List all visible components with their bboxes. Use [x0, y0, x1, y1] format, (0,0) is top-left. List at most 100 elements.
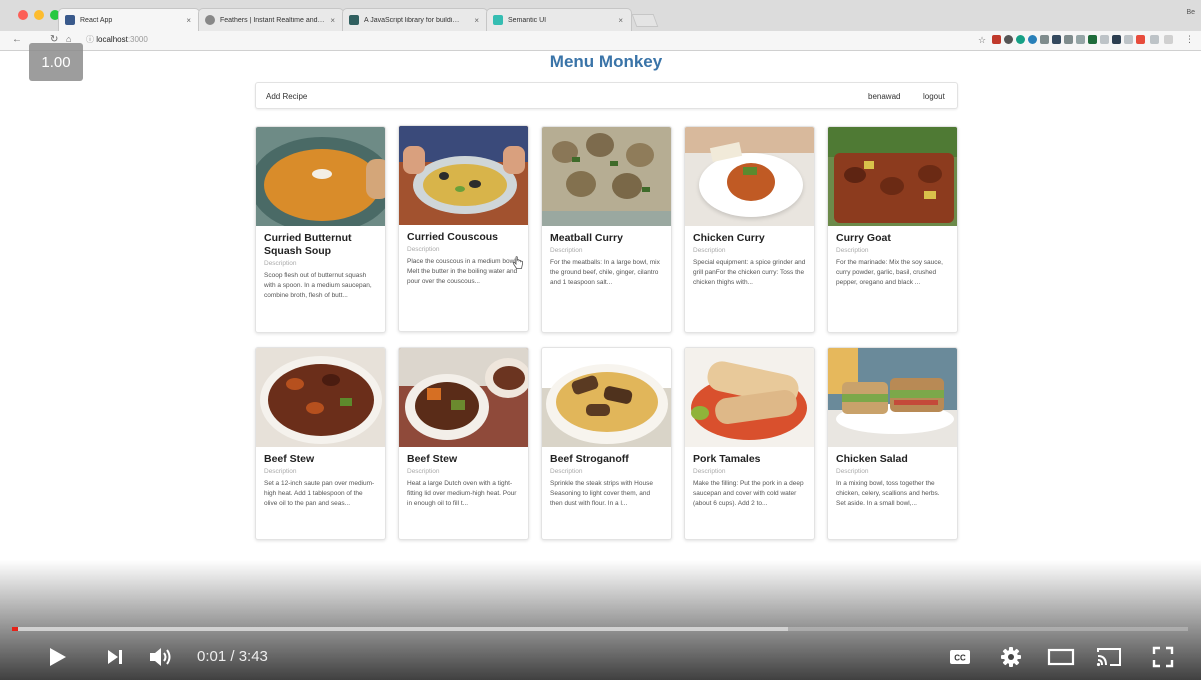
logout-link[interactable]: logout	[923, 92, 945, 101]
back-arrow-icon[interactable]: ←	[12, 34, 22, 45]
svg-text:CC: CC	[954, 654, 966, 663]
fullscreen-icon	[1152, 646, 1174, 668]
theater-mode-button[interactable]	[1046, 643, 1076, 671]
closed-captions-icon: CC	[950, 650, 970, 664]
tab-title: Feathers | Instant Realtime and…	[220, 16, 325, 24]
recipe-card[interactable]: Beef Stew Description Set a 12-inch saut…	[255, 347, 386, 540]
recipe-meta: Description	[836, 468, 869, 475]
recipe-photo-soup	[256, 127, 385, 226]
recipe-meta: Description	[836, 247, 869, 254]
recipe-card[interactable]: Meatball Curry Description For the meatb…	[541, 126, 672, 333]
fullscreen-button[interactable]	[1150, 643, 1176, 671]
theater-mode-icon	[1047, 648, 1075, 666]
recipe-card[interactable]: Curried Couscous Description Place the c…	[398, 125, 529, 332]
recipe-card[interactable]: Chicken Salad Description In a mixing bo…	[827, 347, 958, 540]
browser-tab-react-docs[interactable]: A JavaScript library for buildi… ×	[342, 8, 488, 31]
extension-faded3-icon[interactable]	[1164, 35, 1173, 44]
extension-faded-icon[interactable]	[1124, 35, 1133, 44]
captions-button[interactable]: CC	[947, 643, 973, 671]
extension-green-square-icon[interactable]	[1088, 35, 1097, 44]
settings-button[interactable]	[998, 643, 1024, 671]
url-host: localhost	[96, 35, 128, 44]
recipe-photo-beef-stew	[256, 348, 385, 447]
recipe-card[interactable]: Beef Stroganoff Description Sprinkle the…	[541, 347, 672, 540]
recipe-description: In a mixing bowl, toss together the chic…	[836, 480, 940, 507]
extension-circle-icon[interactable]	[1004, 35, 1013, 44]
extension-light-icon[interactable]	[1100, 35, 1109, 44]
extension-faded2-icon[interactable]	[1150, 35, 1159, 44]
recipe-card[interactable]: Pork Tamales Description Make the fillin…	[684, 347, 815, 540]
bookmark-star-icon[interactable]: ☆	[978, 35, 986, 46]
close-tab-icon[interactable]: ×	[474, 16, 479, 25]
close-window-button[interactable]	[18, 10, 28, 20]
tab-title: A JavaScript library for buildi…	[364, 16, 460, 24]
extension-grey-icon[interactable]	[1076, 35, 1085, 44]
extension-black-icon[interactable]	[1112, 35, 1121, 44]
react-app-favicon-icon	[65, 15, 75, 25]
tab-title: Semantic UI	[508, 16, 547, 24]
semantic-ui-favicon-icon	[493, 15, 503, 25]
played-bar	[12, 627, 18, 631]
recipe-description: Heat a large Dutch oven with a tight-fit…	[407, 480, 517, 507]
recipe-name: Curried Butternut Squash Soup	[264, 232, 352, 257]
recipe-meta: Description	[693, 247, 726, 254]
address-bar: ← ↻ ⌂ ⓘ localhost:3000 ☆ ⋮	[0, 31, 1201, 51]
chrome-menu-icon[interactable]: ⋮	[1185, 34, 1194, 45]
play-icon	[50, 648, 66, 666]
info-icon: ⓘ	[86, 35, 94, 44]
recipe-meta: Description	[264, 260, 297, 267]
browser-tab-feathers[interactable]: Feathers | Instant Realtime and… ×	[198, 8, 344, 31]
extension-lastpass-icon[interactable]	[992, 35, 1001, 44]
recipe-card[interactable]: Chicken Curry Description Special equipm…	[684, 126, 815, 333]
browser-tab-bar: React App × Feathers | Instant Realtime …	[0, 0, 1201, 31]
window-controls	[18, 10, 60, 20]
recipe-photo-chicken-salad	[828, 348, 957, 447]
username-link[interactable]: benawad	[868, 92, 900, 101]
recipe-photo-beef-stew-2	[399, 348, 528, 447]
recipe-meta: Description	[407, 246, 440, 253]
recipe-photo-meatballs	[542, 127, 671, 226]
extension-dark-icon[interactable]	[1052, 35, 1061, 44]
recipe-card[interactable]: Beef Stew Description Heat a large Dutch…	[398, 347, 529, 540]
recipe-photo-curry-goat	[828, 127, 957, 226]
extension-blue-icon[interactable]	[1028, 35, 1037, 44]
add-recipe-link[interactable]: Add Recipe	[266, 92, 307, 101]
new-tab-button[interactable]	[631, 14, 659, 27]
extension-pocket-icon[interactable]	[1064, 35, 1073, 44]
extension-green-icon[interactable]	[1016, 35, 1025, 44]
volume-button[interactable]	[147, 643, 177, 671]
recipe-name: Beef Stroganoff	[550, 453, 629, 465]
tab-title: React App	[80, 16, 113, 24]
recipe-meta: Description	[693, 468, 726, 475]
browser-tab-react-app[interactable]: React App ×	[58, 8, 200, 31]
gear-icon	[1001, 647, 1021, 667]
recipe-name: Chicken Curry	[693, 232, 765, 244]
video-progress-bar[interactable]	[12, 627, 1188, 631]
recipe-name: Beef Stew	[264, 453, 315, 465]
url-field[interactable]: ⓘ localhost:3000	[86, 34, 148, 45]
feathers-favicon-icon	[205, 15, 215, 25]
recipe-card[interactable]: Curried Butternut Squash Soup Descriptio…	[255, 126, 386, 333]
profile-button[interactable]: Be	[1186, 9, 1195, 16]
recipe-description: Set a 12-inch saute pan over medium-high…	[264, 480, 375, 507]
play-button[interactable]	[44, 643, 70, 671]
recipe-description: Scoop flesh out of butternut squash with…	[264, 272, 372, 299]
recipe-card[interactable]: Curry Goat Description For the marinade:…	[827, 126, 958, 333]
recipe-description: For the meatballs: In a large bowl, mix …	[550, 259, 660, 286]
skip-next-icon	[108, 650, 122, 664]
recipe-name: Pork Tamales	[693, 453, 761, 465]
close-tab-icon[interactable]: ×	[186, 16, 191, 25]
close-tab-icon[interactable]: ×	[618, 16, 623, 25]
recipe-name: Meatball Curry	[550, 232, 623, 244]
minimize-window-button[interactable]	[34, 10, 44, 20]
browser-tab-semantic-ui[interactable]: Semantic UI ×	[486, 8, 632, 31]
react-docs-favicon-icon	[349, 15, 359, 25]
recipe-description: Sprinkle the steak strips with House Sea…	[550, 480, 653, 507]
extension-shield-icon[interactable]	[1040, 35, 1049, 44]
next-button[interactable]	[104, 643, 126, 671]
cast-button[interactable]	[1094, 643, 1124, 671]
close-tab-icon[interactable]: ×	[330, 16, 335, 25]
extension-red-icon[interactable]	[1136, 35, 1145, 44]
recipe-name: Chicken Salad	[836, 453, 908, 465]
recipe-name: Beef Stew	[407, 453, 458, 465]
